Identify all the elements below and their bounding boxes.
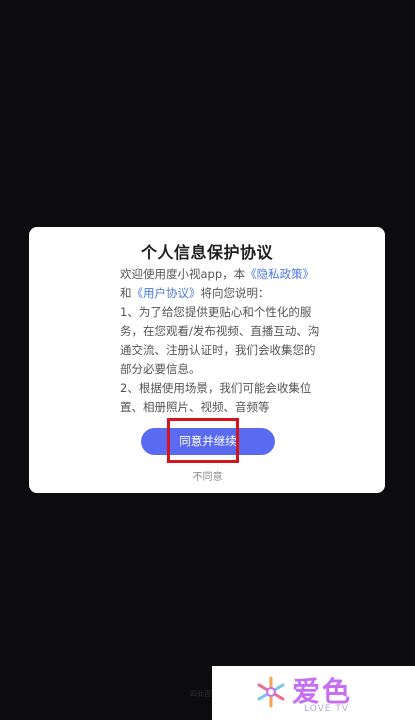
privacy-policy-link[interactable]: 《隐私政策》 — [245, 267, 314, 281]
dialog-body: 欢迎使用度小视app，本《隐私政策》和《用户协议》将向您说明： 1、为了给您提供… — [120, 265, 320, 417]
watermark-logo: 爱色 LOVE TV — [212, 666, 415, 720]
highlight-annotation-box — [167, 418, 239, 463]
body-intro-suffix: 将向您说明： — [200, 286, 270, 300]
snowflake-logo-icon — [257, 676, 285, 708]
dialog-title: 个人信息保护协议 — [140, 243, 273, 262]
body-point-2: 2、根据使用场景，我们可能会收集位置、相册照片、视频、音频等 — [120, 381, 312, 414]
body-intro: 欢迎使用度小视app，本 — [120, 267, 246, 281]
user-agreement-link[interactable]: 《用户协议》 — [132, 286, 201, 300]
watermark-subtitle: LOVE TV — [304, 704, 349, 714]
body-and: 和 — [120, 286, 132, 300]
disagree-button[interactable]: 不同意 — [0, 468, 415, 483]
app-screen: 个人信息保护协议 欢迎使用度小视app，本《隐私政策》和《用户协议》将向您说明：… — [0, 0, 415, 720]
body-point-1: 1、为了给您提供更贴心和个性化的服务，在您观看/发布视频、直播互动、沟通交流、注… — [120, 305, 320, 376]
bottom-hint-text: 四此否 — [190, 690, 211, 698]
